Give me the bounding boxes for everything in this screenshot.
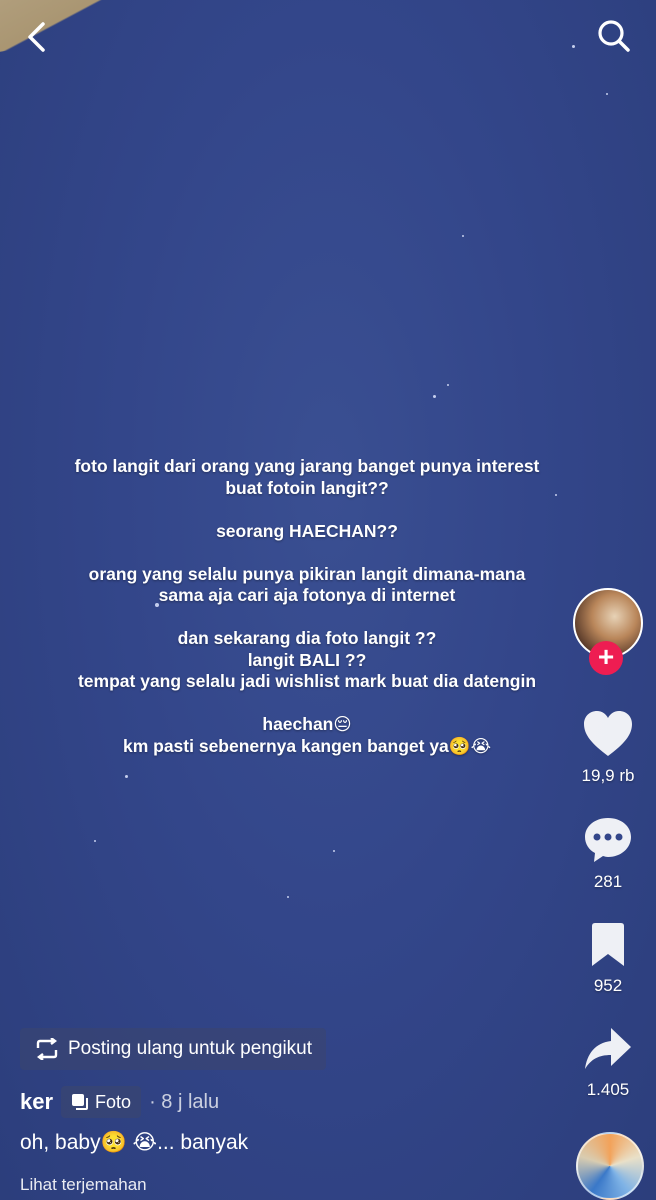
repost-icon — [36, 1038, 58, 1060]
repost-for-followers-button[interactable]: Posting ulang untuk pengikut — [20, 1028, 327, 1070]
star — [125, 775, 128, 778]
share-arrow-icon — [585, 1028, 631, 1069]
sound-disc[interactable] — [576, 1132, 644, 1200]
comment-button[interactable]: 281 — [560, 816, 656, 892]
bookmark-icon — [592, 923, 624, 966]
star — [572, 45, 575, 48]
star — [333, 850, 335, 852]
overlay-paragraph: seorang HAECHAN?? — [216, 520, 398, 541]
post-caption: oh, baby🥺 😭... banyak — [20, 1131, 249, 1154]
comment-count: 281 — [593, 872, 623, 891]
see-translation-link[interactable]: Lihat terjemahan — [20, 1175, 147, 1195]
like-button[interactable]: 19,9 rb — [560, 710, 656, 786]
star — [287, 896, 289, 898]
photo-badge-label: Foto — [95, 1091, 132, 1112]
star — [433, 395, 436, 398]
share-count: 1.405 — [586, 1080, 630, 1099]
heart-icon — [584, 711, 632, 756]
post-meta: ker Foto · 8 j lalu — [20, 1086, 219, 1118]
like-count: 19,9 rb — [581, 766, 635, 785]
search-button[interactable] — [594, 16, 634, 56]
repost-label: Posting ulang untuk pengikut — [68, 1038, 313, 1059]
star — [447, 384, 449, 386]
photo-stack-icon — [72, 1094, 89, 1110]
username[interactable]: ker — [20, 1089, 53, 1115]
post-time: · 8 j lalu — [149, 1090, 220, 1113]
overlay-paragraph: foto langit dari orang yang jarang bange… — [74, 456, 540, 498]
back-button[interactable] — [18, 18, 58, 58]
comment-bubble-icon — [585, 818, 631, 862]
photo-badge: Foto — [61, 1086, 142, 1118]
overlay-paragraph: dan sekarang dia foto langit ?? langit B… — [77, 628, 537, 691]
overlay-paragraph: orang yang selalu punya pikiran langit d… — [88, 563, 526, 606]
search-icon — [598, 20, 630, 52]
star — [94, 840, 96, 842]
overlay-paragraph: haechan😔 km pasti sebenernya kangen bang… — [122, 714, 492, 756]
back-chevron-icon — [28, 22, 45, 52]
photo-overlay-text: foto langit dari orang yang jarang bange… — [20, 456, 594, 757]
save-button[interactable]: 952 — [560, 922, 656, 996]
share-button[interactable]: 1.405 — [560, 1026, 656, 1100]
star — [606, 93, 608, 95]
follow-button[interactable]: + — [589, 641, 623, 675]
save-count: 952 — [593, 976, 623, 995]
star — [462, 235, 464, 237]
